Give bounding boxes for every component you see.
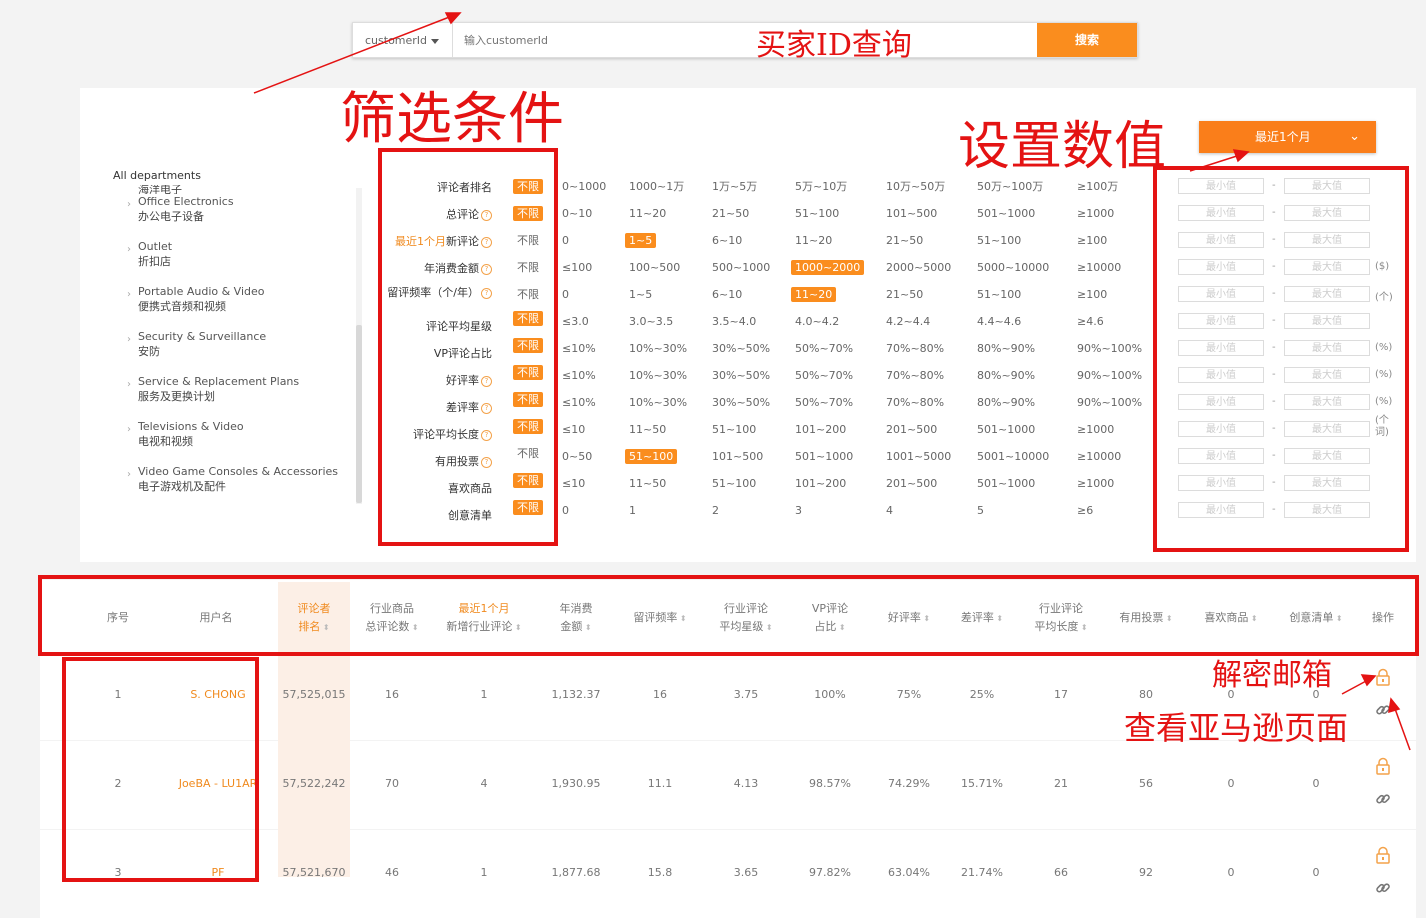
arrow-head-period: [1232, 149, 1250, 163]
arrow-head-link: [1388, 697, 1401, 714]
arrow-head-search: [444, 12, 462, 25]
annotation-set-values: 设置数值: [958, 117, 1167, 177]
header-highlight-box: [38, 575, 1419, 656]
annotation-unlock-email: 解密邮箱: [1212, 658, 1332, 693]
user-column-highlight-box: [62, 657, 259, 882]
annotation-filters: 筛选条件: [340, 87, 564, 152]
range-highlight-box: [1153, 166, 1409, 552]
filters-highlight-box: [378, 148, 558, 546]
arrow-head-lock: [1360, 674, 1377, 687]
annotation-amazon-page: 查看亚马逊页面: [1124, 709, 1349, 747]
arrow-to-lock: [1341, 679, 1369, 695]
annotation-buyer-id: 买家ID查询: [756, 28, 912, 63]
arrow-to-link: [1393, 705, 1411, 751]
link-icon[interactable]: [1375, 880, 1391, 900]
